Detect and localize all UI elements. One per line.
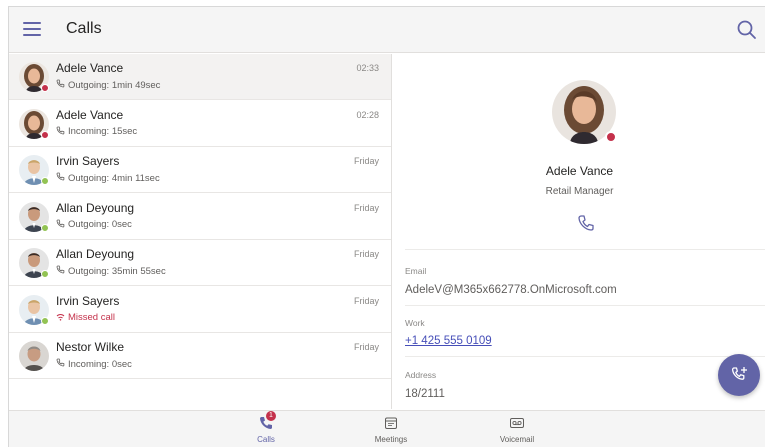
avatar bbox=[19, 341, 49, 371]
call-time: Friday bbox=[353, 295, 379, 306]
work-phone-label: Work bbox=[405, 318, 425, 328]
email-value: AdeleV@M365x662778.OnMicrosoft.com bbox=[405, 284, 617, 296]
bottom-navigation: 1 Calls Meetings Voicemail bbox=[9, 410, 765, 447]
caller-name: Allan Deyoung bbox=[56, 247, 135, 261]
calendar-icon bbox=[383, 415, 399, 431]
missed-calls-badge: 1 bbox=[266, 411, 276, 421]
caller-name: Irvin Sayers bbox=[56, 293, 120, 308]
tab-voicemail[interactable]: Voicemail bbox=[477, 415, 557, 447]
tab-calls-label: Calls bbox=[257, 435, 275, 444]
call-detail-text: Outgoing: 1min 49sec bbox=[68, 79, 161, 91]
presence-available-indicator bbox=[41, 316, 49, 325]
address-label: Address bbox=[405, 370, 437, 380]
presence-busy-indicator bbox=[41, 130, 49, 139]
contact-name: Adele Vance bbox=[545, 164, 614, 178]
presence-busy-indicator bbox=[605, 131, 617, 143]
call-detail: Outgoing: 1min 49sec bbox=[56, 79, 160, 91]
call-list-item[interactable]: Adele Vance Incoming: 15sec 02:28 bbox=[9, 101, 391, 147]
call-direction-icon bbox=[56, 172, 65, 184]
call-time: 02:33 bbox=[356, 63, 379, 73]
call-detail-text: Outgoing: 35min 55sec bbox=[68, 265, 166, 277]
presence-available-indicator bbox=[41, 177, 49, 185]
contact-role: Retail Manager bbox=[545, 186, 614, 197]
call-list-item[interactable]: Irvin Sayers Missed call Friday bbox=[9, 287, 391, 333]
call-list-item[interactable]: Allan Deyoung Outgoing: 0sec Friday bbox=[9, 194, 391, 240]
caller-name: Allan Deyoung bbox=[56, 200, 135, 215]
call-history-list: Adele Vance Outgoing: 1min 49sec 02:33 Adel… bbox=[9, 54, 392, 409]
call-list-item[interactable]: Nestor Wilke Incoming: 0sec Friday bbox=[9, 333, 391, 379]
call-time: Friday bbox=[353, 249, 379, 259]
call-detail: Outgoing: 4min 11sec bbox=[56, 172, 160, 184]
calls-app: Calls Adele Vance Outgoing: 1min 49sec 02:… bbox=[8, 6, 765, 447]
tab-voicemail-label: Voicemail bbox=[499, 435, 535, 444]
call-detail: Incoming: 0sec bbox=[56, 358, 132, 370]
call-direction-icon bbox=[56, 265, 65, 277]
divider bbox=[405, 356, 765, 357]
call-list-item[interactable]: Irvin Sayers Outgoing: 4min 11sec Friday bbox=[9, 147, 391, 193]
call-detail: Outgoing: 0sec bbox=[56, 219, 132, 231]
contact-detail-panel: Adele Vance Retail Manager Email AdeleV@… bbox=[393, 54, 765, 409]
presence-available-indicator bbox=[41, 223, 49, 232]
tab-meetings-label: Meetings bbox=[374, 435, 408, 444]
caller-name: Adele Vance bbox=[56, 61, 124, 75]
call-detail-text: Incoming: 0sec bbox=[68, 358, 132, 370]
divider bbox=[405, 305, 765, 306]
voicemail-icon bbox=[509, 415, 525, 431]
call-detail-text: Outgoing: 4min 11sec bbox=[68, 172, 160, 184]
search-icon[interactable] bbox=[736, 19, 758, 41]
tab-calls[interactable]: 1 Calls bbox=[226, 411, 306, 447]
call-contact-phone-icon[interactable] bbox=[577, 214, 595, 232]
address-value: 18/2111 bbox=[405, 388, 445, 400]
app-header: Calls bbox=[9, 7, 765, 53]
presence-busy-indicator bbox=[41, 84, 49, 92]
phone-icon: 1 bbox=[258, 411, 276, 431]
call-list-item[interactable]: Adele Vance Outgoing: 1min 49sec 02:33 bbox=[9, 54, 391, 100]
caller-name: Irvin Sayers bbox=[56, 154, 120, 168]
missed-call-icon bbox=[56, 312, 65, 324]
call-detail: Outgoing: 35min 55sec bbox=[56, 265, 166, 277]
menu-icon[interactable] bbox=[23, 22, 41, 36]
call-detail: Missed call bbox=[56, 312, 115, 324]
call-direction-icon bbox=[56, 79, 65, 91]
call-time: 02:28 bbox=[356, 109, 379, 120]
email-label: Email bbox=[405, 266, 427, 276]
tab-meetings[interactable]: Meetings bbox=[351, 415, 431, 447]
call-detail-text: Missed call bbox=[68, 312, 115, 323]
call-time: Friday bbox=[353, 342, 379, 352]
call-time: Friday bbox=[353, 202, 379, 213]
new-call-button[interactable] bbox=[718, 354, 760, 396]
page-title: Calls bbox=[66, 20, 102, 37]
call-direction-icon bbox=[56, 219, 65, 231]
call-detail-text: Outgoing: 0sec bbox=[68, 219, 132, 230]
presence-available-indicator bbox=[41, 270, 49, 278]
divider bbox=[405, 249, 765, 250]
call-list-item[interactable]: Allan Deyoung Outgoing: 35min 55sec Friday bbox=[9, 240, 391, 286]
caller-name: Adele Vance bbox=[56, 107, 124, 122]
call-detail: Incoming: 15sec bbox=[56, 126, 137, 138]
caller-name: Nestor Wilke bbox=[56, 340, 125, 354]
call-time: Friday bbox=[353, 156, 379, 166]
dialpad-call-icon bbox=[731, 367, 747, 380]
call-direction-icon bbox=[56, 358, 65, 370]
call-direction-icon bbox=[56, 126, 65, 138]
call-detail-text: Incoming: 15sec bbox=[68, 126, 138, 137]
work-phone-link[interactable]: +1 425 555 0109 bbox=[405, 335, 492, 347]
